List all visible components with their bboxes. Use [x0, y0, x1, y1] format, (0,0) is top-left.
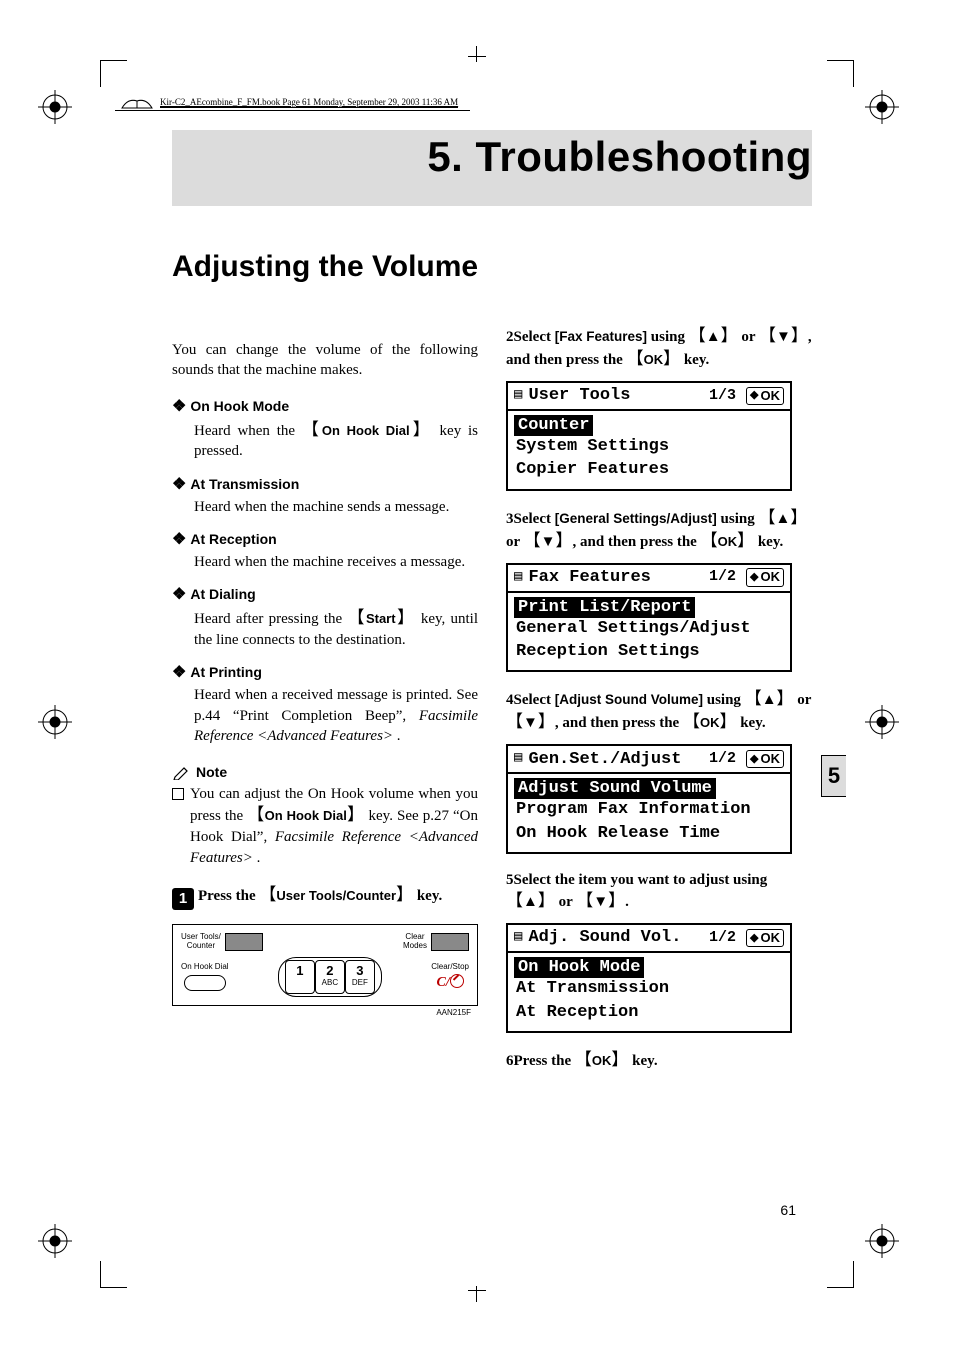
figure-code: AAN215F	[436, 1008, 471, 1017]
reg-mark-bl	[38, 1224, 72, 1258]
mode-at-transmission: ❖At Transmission Heard when the machine …	[172, 474, 478, 517]
chapter-tab: 5	[821, 755, 846, 797]
diamond-icon: ❖	[172, 398, 186, 415]
key-3: 3DEF	[345, 960, 375, 994]
step-1: 1Press the 【User Tools/Counter】 key.	[172, 884, 478, 910]
lcd-row-selected: Counter	[514, 415, 593, 436]
lcd-row: System Settings	[514, 436, 784, 459]
clear-modes-button-icon	[431, 933, 469, 951]
numeric-keys: 1 2ABC 3DEF	[278, 957, 382, 997]
key-1: 1	[285, 960, 315, 994]
lcd-user-tools: ▤User Tools1/3◆OK CounterSystem Settings…	[506, 381, 792, 491]
right-column: 2Select [Fax Features] using 【▲】 or 【▼】,…	[506, 325, 812, 1072]
reg-mark-mr	[865, 705, 899, 739]
on-hook-dial-button-icon	[184, 975, 226, 991]
mode-title: At Printing	[190, 664, 262, 680]
chapter-header: 5. Troubleshooting Adjusting the Volume	[172, 130, 812, 283]
note-bullet: You can adjust the On Hook volume when y…	[172, 784, 478, 868]
book-slug: Kir-C2_AEcombine_F_FM.book Page 61 Monda…	[120, 96, 460, 110]
lcd-row: Copier Features	[514, 459, 784, 482]
reg-mark-tr	[865, 90, 899, 124]
keycap-start: Start	[366, 611, 396, 626]
mode-title: At Dialing	[190, 586, 255, 602]
section-title: Adjusting the Volume	[172, 250, 812, 283]
reg-mark-tl	[38, 90, 72, 124]
lcd-fax-features: ▤Fax Features1/2◆OK Print List/ReportGen…	[506, 563, 792, 673]
keypad-figure: User Tools/ Counter Clear Modes On Hook …	[172, 924, 478, 1006]
chapter-number: 5.	[427, 133, 463, 180]
intro-paragraph: You can change the volume of the followi…	[172, 340, 478, 381]
book-icon	[120, 96, 154, 110]
mode-at-dialing: ❖At Dialing Heard after pressing the 【St…	[172, 584, 478, 650]
step-number: 1	[172, 888, 194, 910]
page-number: 61	[780, 1202, 796, 1218]
step-3: 3Select [General Settings/Adjust] using …	[506, 507, 812, 553]
keycap-on-hook-dial: On Hook Dial	[322, 423, 410, 438]
mode-title: At Transmission	[190, 476, 299, 492]
slug-rule	[115, 110, 470, 111]
step-4: 4Select [Adjust Sound Volume] using 【▲】 …	[506, 688, 812, 734]
mode-on-hook: ❖On Hook Mode Heard when the 【On Hook Di…	[172, 396, 478, 462]
step-6: 6Press the 【OK】 key.	[506, 1049, 812, 1072]
mode-at-printing: ❖At Printing Heard when a received messa…	[172, 662, 478, 746]
lcd-gen-set: ▤Gen.Set./Adjust1/2◆OK Adjust Sound Volu…	[506, 744, 792, 854]
step-2: 2Select [Fax Features] using 【▲】 or 【▼】,…	[506, 325, 812, 371]
key-2: 2ABC	[315, 960, 345, 994]
slug-text: Kir-C2_AEcombine_F_FM.book Page 61 Monda…	[160, 98, 458, 108]
checkbox-icon	[172, 788, 184, 800]
note-label: Note	[196, 764, 227, 780]
step-5: 5Select the item you want to adjust usin…	[506, 870, 812, 913]
chapter-name: Troubleshooting	[476, 133, 812, 180]
ok-indicator-icon: ◆OK	[746, 387, 784, 405]
reg-mark-br	[865, 1224, 899, 1258]
menu-icon: ▤	[514, 387, 522, 405]
reg-mark-ml	[38, 705, 72, 739]
pencil-icon	[172, 764, 190, 780]
lcd-adj-sound: ▤Adj. Sound Vol.1/2◆OK On Hook ModeAt Tr…	[506, 923, 792, 1033]
user-tools-button-icon	[225, 933, 263, 951]
mode-title: At Reception	[190, 531, 276, 547]
note-heading: Note	[172, 764, 478, 780]
mode-at-reception: ❖At Reception Heard when the machine rec…	[172, 529, 478, 572]
left-column: You can change the volume of the followi…	[172, 325, 478, 1072]
mode-title: On Hook Mode	[190, 398, 289, 414]
clear-stop-icon: C/	[436, 974, 463, 991]
